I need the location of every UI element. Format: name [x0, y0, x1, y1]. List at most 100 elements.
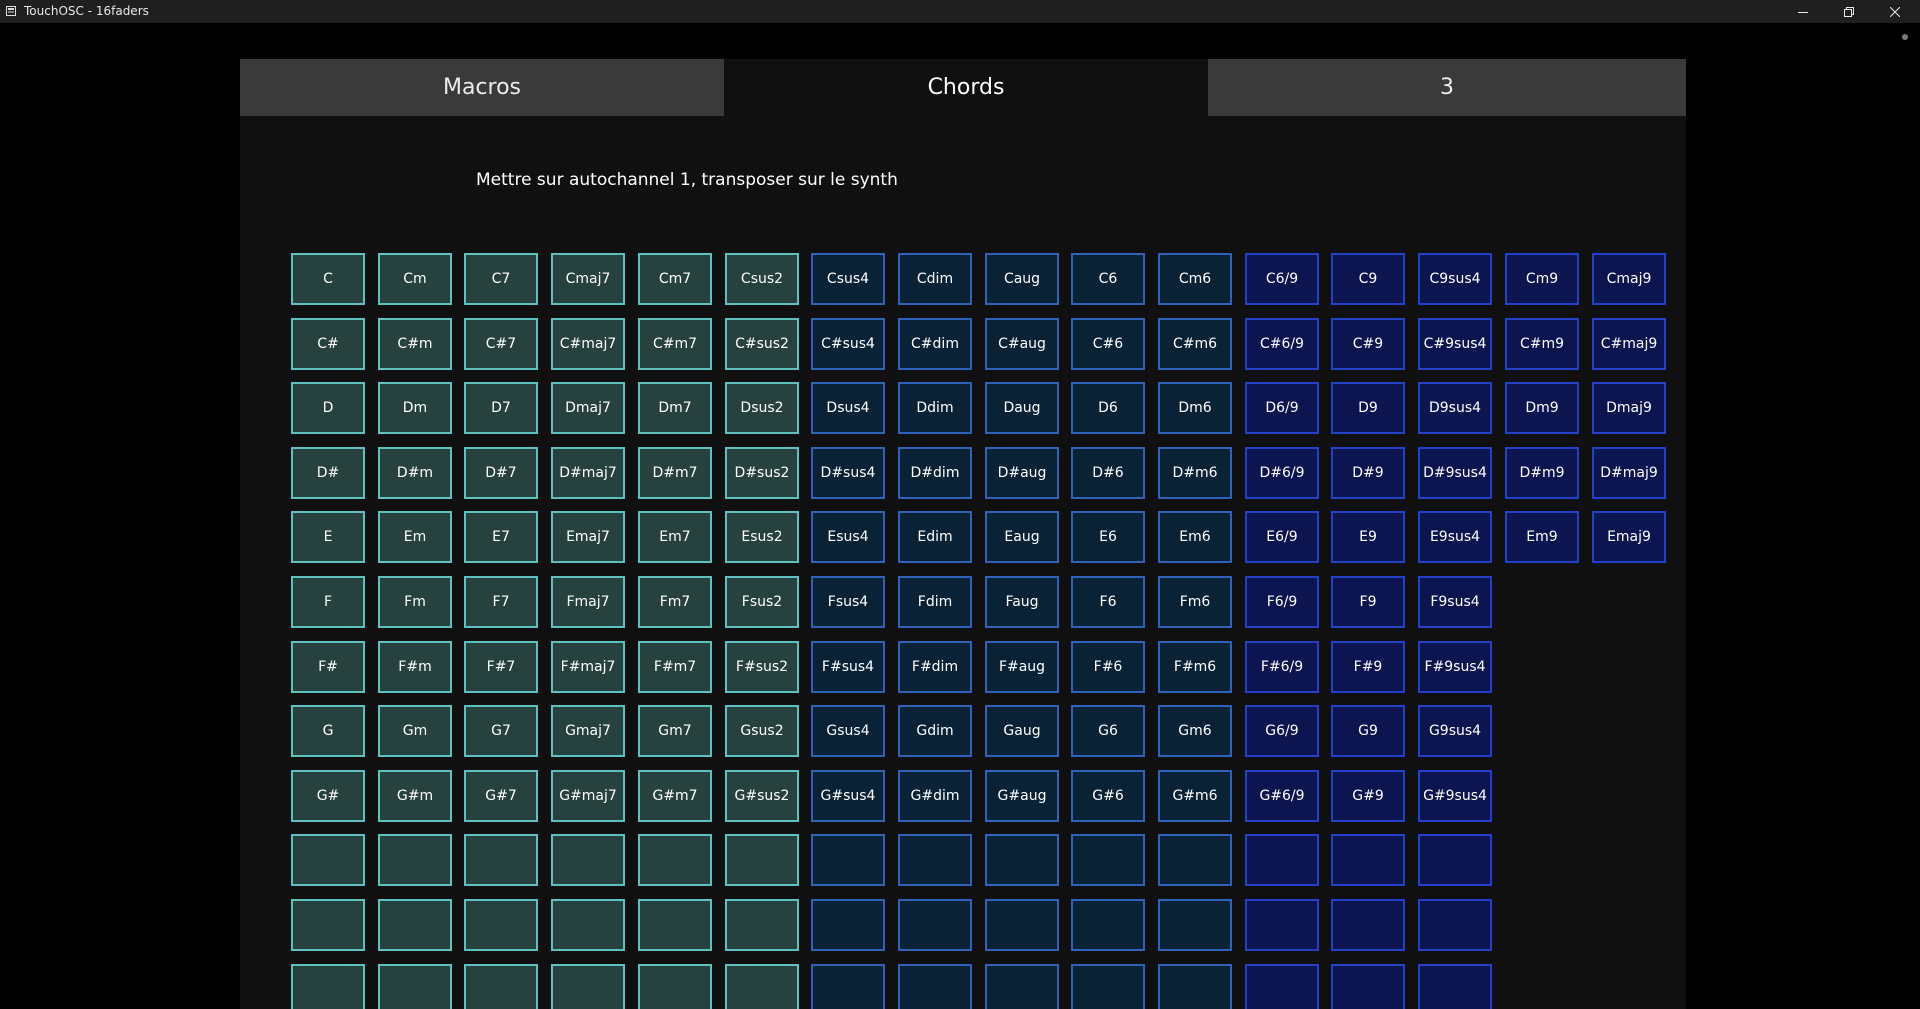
chord-button[interactable]: Em7 [638, 511, 712, 563]
minimize-button[interactable] [1780, 0, 1826, 23]
tab-macros[interactable]: Macros [240, 59, 724, 116]
chord-button[interactable]: D#aug [985, 447, 1059, 499]
empty-chord-button[interactable] [1331, 964, 1405, 1009]
chord-button[interactable]: D#9 [1331, 447, 1405, 499]
chord-button[interactable]: G#sus4 [811, 770, 885, 822]
chord-button[interactable]: E7 [464, 511, 538, 563]
chord-button[interactable]: Esus2 [725, 511, 799, 563]
chord-button[interactable]: Gsus4 [811, 705, 885, 757]
chord-button[interactable]: Cdim [898, 253, 972, 305]
chord-button[interactable]: C#6/9 [1245, 318, 1319, 370]
chord-button[interactable]: C#6 [1071, 318, 1145, 370]
chord-button[interactable]: G6/9 [1245, 705, 1319, 757]
empty-chord-button[interactable] [1331, 834, 1405, 886]
chord-button[interactable]: Dm9 [1505, 382, 1579, 434]
chord-button[interactable]: Fsus4 [811, 576, 885, 628]
empty-chord-button[interactable] [291, 964, 365, 1009]
chord-button[interactable]: C#aug [985, 318, 1059, 370]
chord-button[interactable]: Em9 [1505, 511, 1579, 563]
chord-button[interactable]: Gm [378, 705, 452, 757]
empty-chord-button[interactable] [1331, 899, 1405, 951]
tab-chords[interactable]: Chords [724, 59, 1208, 116]
chord-button[interactable]: Dmaj9 [1592, 382, 1666, 434]
chord-button[interactable]: Cm6 [1158, 253, 1232, 305]
chord-button[interactable]: Ddim [898, 382, 972, 434]
chord-button[interactable]: Dmaj7 [551, 382, 625, 434]
chord-button[interactable]: C6/9 [1245, 253, 1319, 305]
empty-chord-button[interactable] [638, 899, 712, 951]
chord-button[interactable]: E9 [1331, 511, 1405, 563]
empty-chord-button[interactable] [551, 899, 625, 951]
empty-chord-button[interactable] [1158, 834, 1232, 886]
chord-button[interactable]: C#m7 [638, 318, 712, 370]
chord-button[interactable]: Gmaj7 [551, 705, 625, 757]
chord-button[interactable]: D#m6 [1158, 447, 1232, 499]
chord-button[interactable]: D9 [1331, 382, 1405, 434]
chord-button[interactable]: G#6/9 [1245, 770, 1319, 822]
chord-button[interactable]: C#9sus4 [1418, 318, 1492, 370]
chord-button[interactable]: Gsus2 [725, 705, 799, 757]
chord-button[interactable]: Gaug [985, 705, 1059, 757]
chord-button[interactable]: Cm [378, 253, 452, 305]
chord-button[interactable]: Cm7 [638, 253, 712, 305]
chord-button[interactable]: Daug [985, 382, 1059, 434]
chord-button[interactable]: C#m6 [1158, 318, 1232, 370]
chord-button[interactable]: F7 [464, 576, 538, 628]
chord-button[interactable]: F9sus4 [1418, 576, 1492, 628]
chord-button[interactable]: Csus4 [811, 253, 885, 305]
chord-button[interactable]: F#dim [898, 641, 972, 693]
chord-button[interactable]: Dm7 [638, 382, 712, 434]
empty-chord-button[interactable] [378, 834, 452, 886]
chord-button[interactable]: Em6 [1158, 511, 1232, 563]
chord-button[interactable]: Fdim [898, 576, 972, 628]
empty-chord-button[interactable] [464, 964, 538, 1009]
chord-button[interactable]: Fm7 [638, 576, 712, 628]
chord-button[interactable]: F#7 [464, 641, 538, 693]
chord-button[interactable]: G#m [378, 770, 452, 822]
chord-button[interactable]: F#aug [985, 641, 1059, 693]
chord-button[interactable]: Emaj9 [1592, 511, 1666, 563]
chord-button[interactable]: F#maj7 [551, 641, 625, 693]
chord-button[interactable]: F#6/9 [1245, 641, 1319, 693]
empty-chord-button[interactable] [985, 899, 1059, 951]
chord-button[interactable]: G#9 [1331, 770, 1405, 822]
chord-button[interactable]: Eaug [985, 511, 1059, 563]
chord-button[interactable]: F9 [1331, 576, 1405, 628]
tab-3[interactable]: 3 [1208, 59, 1686, 116]
chord-button[interactable]: G#maj7 [551, 770, 625, 822]
chord-button[interactable]: E9sus4 [1418, 511, 1492, 563]
empty-chord-button[interactable] [1158, 899, 1232, 951]
chord-button[interactable]: C#maj9 [1592, 318, 1666, 370]
chord-button[interactable]: D#7 [464, 447, 538, 499]
chord-button[interactable]: Cmaj7 [551, 253, 625, 305]
chord-button[interactable]: Fm6 [1158, 576, 1232, 628]
chord-button[interactable]: Csus2 [725, 253, 799, 305]
empty-chord-button[interactable] [898, 899, 972, 951]
empty-chord-button[interactable] [898, 834, 972, 886]
chord-button[interactable]: F#sus4 [811, 641, 885, 693]
chord-button[interactable]: D#dim [898, 447, 972, 499]
chord-button[interactable]: Edim [898, 511, 972, 563]
empty-chord-button[interactable] [638, 964, 712, 1009]
chord-button[interactable]: C#9 [1331, 318, 1405, 370]
chord-button[interactable]: C#maj7 [551, 318, 625, 370]
empty-chord-button[interactable] [1158, 964, 1232, 1009]
chord-button[interactable]: Faug [985, 576, 1059, 628]
chord-button[interactable]: D#maj9 [1592, 447, 1666, 499]
empty-chord-button[interactable] [811, 964, 885, 1009]
chord-button[interactable]: F#m6 [1158, 641, 1232, 693]
empty-chord-button[interactable] [1071, 899, 1145, 951]
chord-button[interactable]: D9sus4 [1418, 382, 1492, 434]
chord-button[interactable]: G#9sus4 [1418, 770, 1492, 822]
empty-chord-button[interactable] [1071, 964, 1145, 1009]
chord-button[interactable]: Dsus2 [725, 382, 799, 434]
chord-button[interactable]: F# [291, 641, 365, 693]
empty-chord-button[interactable] [464, 899, 538, 951]
chord-button[interactable]: Fm [378, 576, 452, 628]
empty-chord-button[interactable] [1418, 964, 1492, 1009]
chord-button[interactable]: D7 [464, 382, 538, 434]
empty-chord-button[interactable] [1245, 834, 1319, 886]
empty-chord-button[interactable] [985, 964, 1059, 1009]
chord-button[interactable]: C#sus4 [811, 318, 885, 370]
chord-button[interactable]: G#sus2 [725, 770, 799, 822]
